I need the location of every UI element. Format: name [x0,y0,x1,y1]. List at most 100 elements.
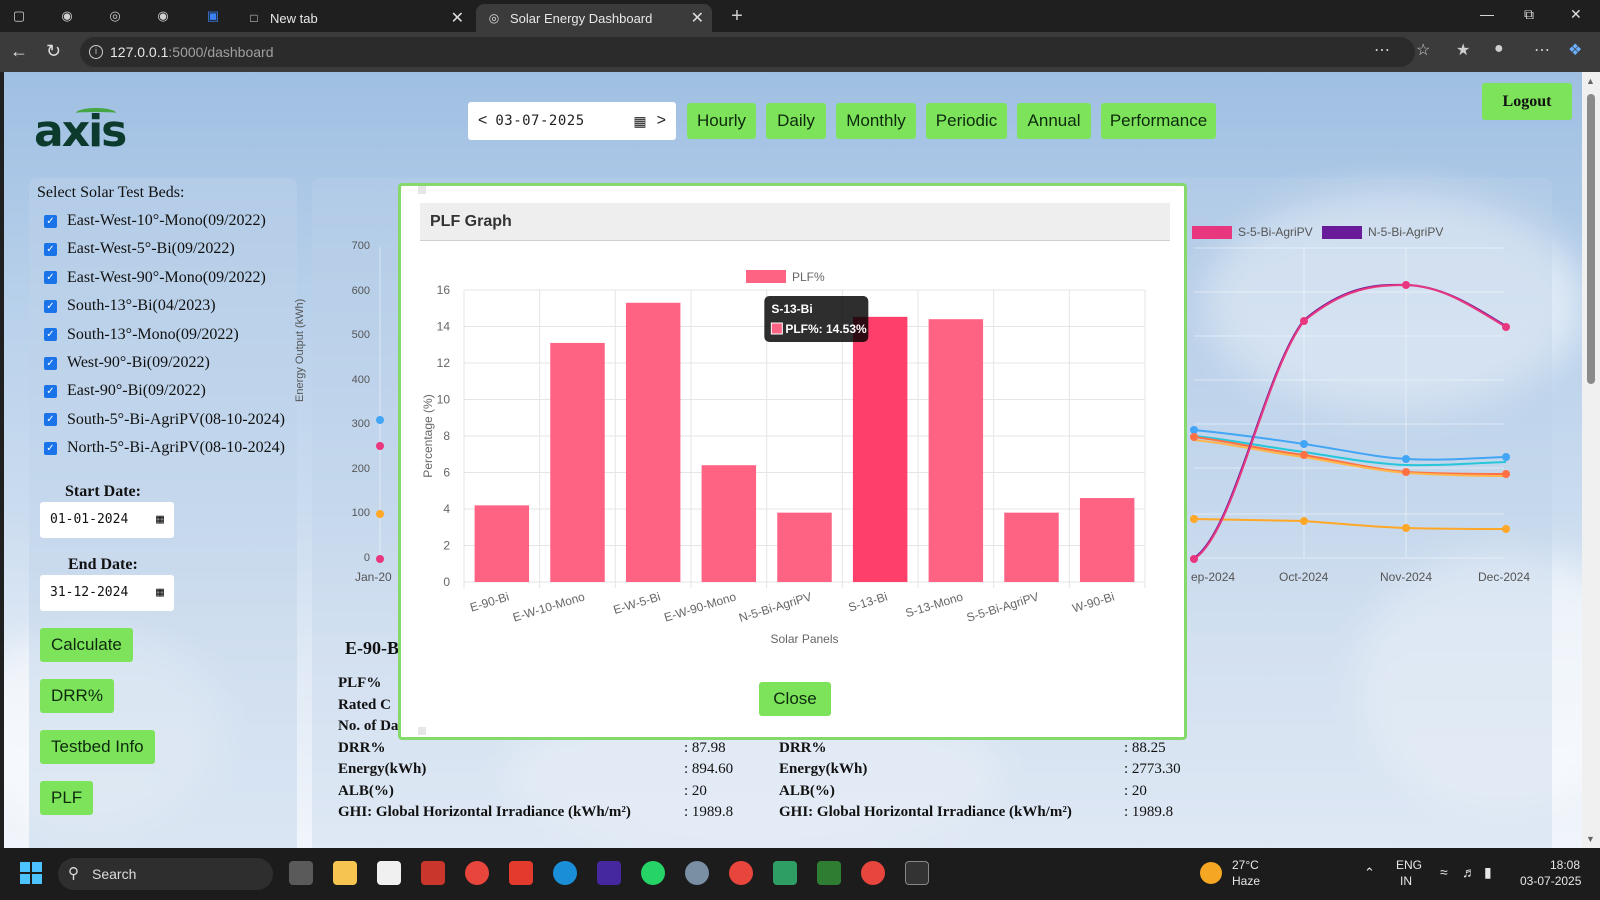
copilot-icon[interactable]: ❖ [1568,40,1582,60]
more-icon[interactable]: ⋯ [1534,40,1550,60]
url-path: :5000/dashboard [168,44,274,60]
task-view-icon[interactable] [289,861,313,885]
close-tab-icon[interactable]: ✕ [451,8,464,28]
minimize-icon[interactable]: — [1480,6,1494,22]
show-hidden-icon[interactable]: ⌃ [1364,865,1375,881]
bar-e-w-5-bi [625,302,681,582]
refresh-icon[interactable]: ↻ [46,41,61,62]
bg-xtick: ep-2024 [1191,570,1236,584]
info-value: : 88.25 [1124,739,1166,756]
plf-graph-modal: PLF Graph 0 2 4 6 8 10 12 14 16 E-90-Bi E-W-10-Mon… [398,183,1187,740]
x-tick-label: E-W-5-Bi [612,589,662,617]
bg-xtick: Dec-2024 [1478,570,1531,584]
new-tab-icon[interactable]: + [728,5,746,27]
favorite-icon[interactable]: ☆ [1416,40,1430,60]
file-explorer-icon[interactable] [333,861,357,885]
battery-icon[interactable]: ▮ [1484,864,1492,881]
x-tick-label: E-W-10-Mono [511,589,587,624]
app-icon[interactable] [421,861,445,885]
bar-w-90-bi [1079,498,1135,582]
info-value: : 20 [1124,782,1147,799]
app-icon-2[interactable] [597,861,621,885]
info-label: GHI: Global Horizontal Irradiance (kWh/m… [779,804,1072,820]
chrome-icon[interactable] [465,861,489,885]
anydesk-icon[interactable] [509,861,533,885]
windows-taskbar: ⚲ Search 27°C Haze ⌃ ENG IN ≈ ♬ ▮ 18:08 … [0,848,1600,900]
clock-date[interactable]: 03-07-2025 [1520,874,1581,888]
url-host: 127.0.0.1 [110,44,169,60]
wifi-icon[interactable]: ≈ [1440,864,1448,880]
git-icon[interactable] [773,861,797,885]
pinned-tab-icon-2[interactable]: ◉ [154,7,172,25]
notepad-icon[interactable] [377,861,401,885]
start-icon[interactable] [20,862,42,884]
search-icon: ⚲ [68,865,79,882]
chrome-profile-icon-2[interactable] [861,861,885,885]
info-value: : 1989.8 [1124,804,1174,820]
page-scrollbar[interactable]: ▲ ▼ [1582,72,1600,848]
info-value: : 87.98 [684,739,726,756]
y-tick-label: 4 [443,502,450,516]
tab-new-tab[interactable]: □ New tab ✕ [236,4,472,32]
tab-solar-dashboard[interactable]: ◎ Solar Energy Dashboard ✕ [476,4,712,32]
weather-icon[interactable] [1200,862,1222,884]
info-label: DRR% [779,739,827,756]
pinned-globe-icon[interactable]: ◎ [106,7,124,25]
y-tick-label: 0 [443,575,450,589]
bar-e-w-10-mono [550,342,605,582]
y-tick-label: 10 [437,393,451,407]
scroll-down-icon[interactable]: ▼ [1586,834,1595,844]
clock-time[interactable]: 18:08 [1550,858,1580,872]
bar-e-w-90-mono [701,465,757,582]
y-axis-title: Percentage (%) [421,394,435,477]
info-value: : 2773.30 [1124,761,1181,777]
terminal-icon[interactable] [905,861,929,885]
weather-temp: 27°C [1232,858,1259,872]
taskbar-search[interactable]: ⚲ Search [58,858,273,890]
x-tick-label: W-90-Bi [1071,589,1116,615]
chrome-profile-icon[interactable] [729,861,753,885]
x-axis-title: Solar Panels [770,632,838,646]
browser-tab-bar: ▢ ◉ ◎ ◉ ▣ □ New tab ✕ ◎ Solar Energy Das… [0,0,1600,32]
reading-mode-icon[interactable]: ⋯ [1374,40,1390,60]
favorites-bar-icon[interactable]: ★ [1456,40,1470,60]
settings-icon[interactable] [685,861,709,885]
y-tick-label: 12 [437,356,451,370]
pinned-tab-icon[interactable]: ◉ [58,7,76,25]
x-tick-label: E-90-Bi [468,589,510,614]
tab-label: Solar Energy Dashboard [510,10,653,26]
tooltip-body: PLF%: 14.53% [785,322,867,336]
info-label: PLF% [338,675,382,691]
back-icon[interactable]: ← [10,41,28,62]
profile-avatar-icon[interactable]: ● [1494,40,1504,58]
y-tick-label: 2 [443,539,450,553]
info-label: Energy(kWh) [338,761,427,777]
edge-icon[interactable] [553,861,577,885]
close-tab-icon[interactable]: ✕ [691,8,704,28]
pycharm-icon[interactable] [817,861,841,885]
site-info-icon[interactable]: i [89,45,103,59]
bg-xtick: Jan-20 [355,570,392,584]
close-modal-button[interactable]: Close [759,682,831,716]
bg-xtick: Nov-2024 [1380,570,1433,584]
restore-icon[interactable]: ⧉ [1524,6,1534,23]
y-tick-label: 14 [437,320,451,334]
volume-icon[interactable]: ♬ [1462,864,1476,880]
info-value: : 894.60 [684,761,734,777]
url-field[interactable]: i 127.0.0.1:5000/dashboard [80,37,1415,67]
whatsapp-icon[interactable] [641,861,665,885]
scroll-up-icon[interactable]: ▲ [1586,76,1595,86]
bg-xtick: Oct-2024 [1279,570,1329,584]
bar-s-5-bi-agripv [1004,512,1059,582]
plf-bar-chart: 0 2 4 6 8 10 12 14 16 E-90-Bi E-W-10-Mono E-W-5-Bi E… [421,270,1146,646]
lang-region[interactable]: IN [1400,874,1412,888]
lang-code[interactable]: ENG [1396,858,1422,872]
close-window-icon[interactable]: ✕ [1570,6,1582,23]
scroll-thumb[interactable] [1587,94,1595,384]
bar-n-5-bi-agripv [777,512,832,582]
tab-actions-icon[interactable]: ▢ [10,7,28,25]
search-label: Search [92,866,137,882]
outlook-icon[interactable]: ▣ [204,7,222,25]
x-tick-label: S-13-Bi [847,589,889,614]
y-tick-label: 16 [437,283,451,297]
